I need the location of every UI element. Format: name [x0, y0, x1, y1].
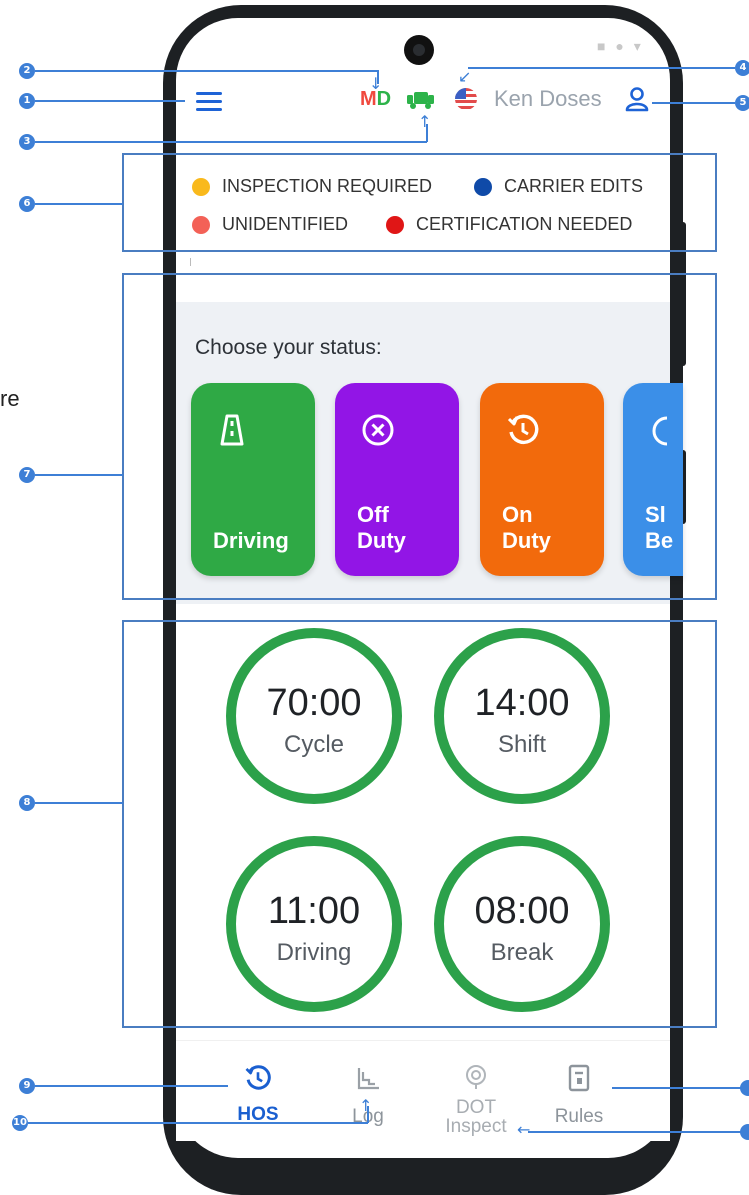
arrow-up-icon: ↑ [418, 112, 432, 131]
status-bar-icons: ■ ● ▾ [597, 38, 644, 54]
callout-line [35, 70, 378, 72]
callout-line [28, 1122, 368, 1124]
user-name[interactable]: Ken Doses [494, 86, 602, 112]
callout-dot-inspect [740, 1124, 749, 1140]
nav-dot-inspect[interactable]: DOT Inspect [436, 1064, 516, 1136]
nav-rules[interactable]: Rules [548, 1064, 610, 1128]
callout-9: 9 [19, 1078, 35, 1094]
nav-label-rules: Rules [554, 1106, 604, 1127]
divider-tick [190, 258, 191, 266]
us-flag-icon[interactable] [455, 88, 477, 110]
log-chart-icon [338, 1066, 398, 1098]
callout-3: 3 [19, 134, 35, 150]
arrow-down-icon: ↙ [458, 67, 472, 86]
callout-line [528, 1131, 744, 1133]
hos-clock-icon [228, 1064, 288, 1098]
callout-line [35, 203, 123, 205]
rules-document-icon [548, 1064, 610, 1098]
cropped-side-text: re [0, 386, 20, 411]
callout-line [35, 474, 123, 476]
callout-10: 10 [12, 1115, 28, 1131]
callout-7: 7 [19, 467, 35, 483]
callout-line [35, 802, 123, 804]
callout-2: 2 [19, 63, 35, 79]
nav-hos[interactable]: HOS [228, 1064, 288, 1126]
callout-5: 5 [735, 95, 749, 111]
nav-label-inspect: Inspect [445, 1116, 507, 1137]
arrow-left-icon: ← [517, 1120, 531, 1139]
callout-4: 4 [735, 60, 749, 76]
callout-line [612, 1087, 744, 1089]
nav-label-dot: DOT [455, 1097, 497, 1118]
timers-outline [122, 620, 717, 1028]
callout-6: 6 [19, 196, 35, 212]
callout-1: 1 [19, 93, 35, 109]
callout-line [35, 100, 185, 102]
callout-8: 8 [19, 795, 35, 811]
front-camera [404, 35, 434, 65]
callout-line [468, 67, 735, 69]
callout-line [35, 141, 427, 143]
menu-icon[interactable] [196, 92, 222, 111]
callout-line [652, 102, 735, 104]
callout-line [35, 1085, 228, 1087]
person-icon[interactable] [624, 86, 650, 117]
legend-outline [122, 153, 717, 252]
arrow-up-icon: ↑ [359, 1096, 373, 1115]
arrow-down-icon: ↓ [369, 74, 383, 93]
inspect-icon [436, 1064, 516, 1096]
callout-rules [740, 1080, 749, 1096]
status-outline [122, 273, 717, 600]
